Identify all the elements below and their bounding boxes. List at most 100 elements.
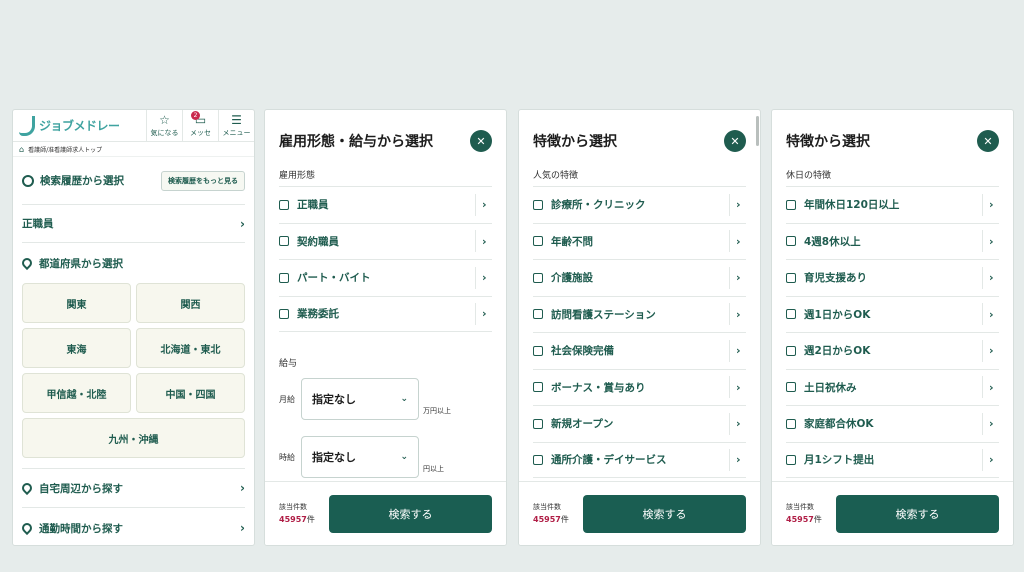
search-button[interactable]: 検索する xyxy=(329,494,492,533)
close-button[interactable]: ✕ xyxy=(977,130,999,152)
breadcrumb-current[interactable]: 看護師/准看護師求人トップ xyxy=(28,145,102,154)
chevron-right-icon[interactable]: › xyxy=(989,453,999,466)
region-button-kanto[interactable]: 関東 xyxy=(22,283,131,323)
search-button[interactable]: 検索する xyxy=(583,494,746,533)
close-button[interactable]: ✕ xyxy=(470,130,492,152)
feature-option[interactable]: 介護施設 › xyxy=(533,259,746,296)
checkbox[interactable] xyxy=(533,236,543,247)
employment-option[interactable]: 正職員 › xyxy=(279,186,492,223)
region-button-kansai[interactable]: 関西 xyxy=(136,283,245,323)
holiday-option[interactable]: 育児支援あり › xyxy=(786,259,999,296)
checkbox[interactable] xyxy=(786,309,796,320)
chevron-right-icon[interactable]: › xyxy=(482,307,492,320)
commute-search-row[interactable]: 通勤時間から探す › xyxy=(19,508,245,545)
result-count: 該当件数 45957件 xyxy=(279,503,315,524)
close-icon: ✕ xyxy=(476,134,486,148)
employment-option-list: 正職員 › 契約職員 › パート・バイト › 業務委託 › xyxy=(279,186,492,332)
holiday-option[interactable]: 月1シフト提出 › xyxy=(786,441,999,478)
checkbox[interactable] xyxy=(786,272,796,283)
hourly-salary-row: 時給 指定なし ⌄ 円以上 xyxy=(265,428,506,486)
holiday-option[interactable]: 家庭都合休OK › xyxy=(786,405,999,442)
checkbox[interactable] xyxy=(786,418,796,429)
feature-option[interactable]: 社会保険完備 › xyxy=(533,332,746,369)
region-button-hokkaido-tohoku[interactable]: 北海道・東北 xyxy=(136,328,245,368)
modal-header: 特徴から選択 ✕ xyxy=(772,110,1013,172)
holiday-option[interactable]: 週1日からOK › xyxy=(786,295,999,333)
chevron-right-icon[interactable]: › xyxy=(736,381,746,394)
checkbox[interactable] xyxy=(279,236,289,247)
chevron-right-icon[interactable]: › xyxy=(482,198,492,211)
checkbox[interactable] xyxy=(533,272,543,283)
search-button[interactable]: 検索する xyxy=(836,494,999,533)
favorites-button[interactable]: ☆ 気になる xyxy=(146,110,182,142)
holiday-option[interactable]: 4週8休以上 › xyxy=(786,222,999,260)
feature-option[interactable]: 新規オープン › xyxy=(533,405,746,442)
checkbox[interactable] xyxy=(279,199,289,210)
checkbox[interactable] xyxy=(786,382,796,393)
chevron-right-icon[interactable]: › xyxy=(482,235,492,248)
feature-option[interactable]: 通所介護・デイサービス › xyxy=(533,441,746,478)
menu-button[interactable]: ☰ メニュー xyxy=(218,110,254,142)
feature-option[interactable]: ボーナス・賞与あり › xyxy=(533,368,746,406)
checkbox[interactable] xyxy=(533,199,543,210)
checkbox[interactable] xyxy=(279,272,289,283)
employment-option[interactable]: 契約職員 › xyxy=(279,222,492,260)
more-history-button[interactable]: 検索履歴をもっと見る xyxy=(161,170,245,191)
chevron-right-icon: › xyxy=(240,216,245,231)
checkbox[interactable] xyxy=(533,454,543,465)
holiday-option[interactable]: 週2日からOK › xyxy=(786,332,999,369)
region-button-kyushu-okinawa[interactable]: 九州・沖縄 xyxy=(22,418,245,458)
region-button-koshinetsu-hokuriku[interactable]: 甲信越・北陸 xyxy=(22,373,131,413)
chevron-right-icon[interactable]: › xyxy=(736,417,746,430)
chevron-right-icon[interactable]: › xyxy=(989,381,999,394)
chevron-right-icon[interactable]: › xyxy=(989,417,999,430)
employment-option[interactable]: パート・バイト › xyxy=(279,259,492,296)
checkbox[interactable] xyxy=(533,309,543,320)
chevron-right-icon[interactable]: › xyxy=(736,235,746,248)
star-icon: ☆ xyxy=(159,112,170,127)
logo[interactable]: ジョブメドレー xyxy=(13,115,146,136)
modal-title: 雇用形態・給与から選択 xyxy=(279,134,433,150)
hourly-salary-select[interactable]: 指定なし ⌄ xyxy=(301,436,419,478)
checkbox[interactable] xyxy=(786,345,796,356)
top-page-panel: ジョブメドレー ☆ 気になる 2 ▭ メッセ ☰ メニュー ⌂ 看護師/准看護師… xyxy=(12,109,255,546)
nearby-search-row[interactable]: 自宅周辺から探す › xyxy=(19,468,245,508)
chevron-right-icon[interactable]: › xyxy=(736,271,746,284)
region-button-tokai[interactable]: 東海 xyxy=(22,328,131,368)
checkbox[interactable] xyxy=(786,236,796,247)
checkbox[interactable] xyxy=(279,308,289,319)
chevron-right-icon[interactable]: › xyxy=(736,453,746,466)
chevron-right-icon[interactable]: › xyxy=(482,271,492,284)
scrollbar[interactable] xyxy=(756,116,759,146)
feature-option[interactable]: 診療所・クリニック › xyxy=(533,186,746,223)
feature-option[interactable]: 訪問看護ステーション › xyxy=(533,295,746,333)
holiday-option-list: 年間休日120日以上 › 4週8休以上 › 育児支援あり › 週1日からOK › 週2日… xyxy=(786,186,999,478)
close-button[interactable]: ✕ xyxy=(724,130,746,152)
monthly-salary-select[interactable]: 指定なし ⌄ xyxy=(301,378,419,420)
checkbox[interactable] xyxy=(533,382,543,393)
checkbox[interactable] xyxy=(533,345,543,356)
chevron-right-icon[interactable]: › xyxy=(989,235,999,248)
fulltime-row[interactable]: 正職員 › xyxy=(22,205,245,243)
checkbox[interactable] xyxy=(533,418,543,429)
employment-option[interactable]: 業務委託 › xyxy=(279,295,492,332)
home-icon[interactable]: ⌂ xyxy=(19,145,24,154)
location-pin-icon xyxy=(19,480,35,496)
messages-button[interactable]: 2 ▭ メッセ xyxy=(182,110,218,142)
chevron-right-icon[interactable]: › xyxy=(989,344,999,357)
holiday-option[interactable]: 年間休日120日以上 › xyxy=(786,186,999,223)
holiday-option[interactable]: 土日祝休み › xyxy=(786,368,999,406)
chevron-right-icon[interactable]: › xyxy=(736,308,746,321)
chevron-right-icon[interactable]: › xyxy=(989,198,999,211)
chevron-right-icon[interactable]: › xyxy=(736,198,746,211)
chevron-right-icon[interactable]: › xyxy=(989,271,999,284)
monthly-unit: 万円以上 xyxy=(423,407,451,415)
region-button-chugoku-shikoku[interactable]: 中国・四国 xyxy=(136,373,245,413)
checkbox[interactable] xyxy=(786,199,796,210)
chevron-right-icon[interactable]: › xyxy=(736,344,746,357)
checkbox[interactable] xyxy=(786,454,796,465)
chevron-right-icon[interactable]: › xyxy=(989,308,999,321)
monthly-salary-row: 月給 指定なし ⌄ 万円以上 xyxy=(265,370,506,428)
feature-option[interactable]: 年齢不問 › xyxy=(533,222,746,260)
search-history-row: 検索履歴から選択 検索履歴をもっと見る xyxy=(22,157,245,205)
